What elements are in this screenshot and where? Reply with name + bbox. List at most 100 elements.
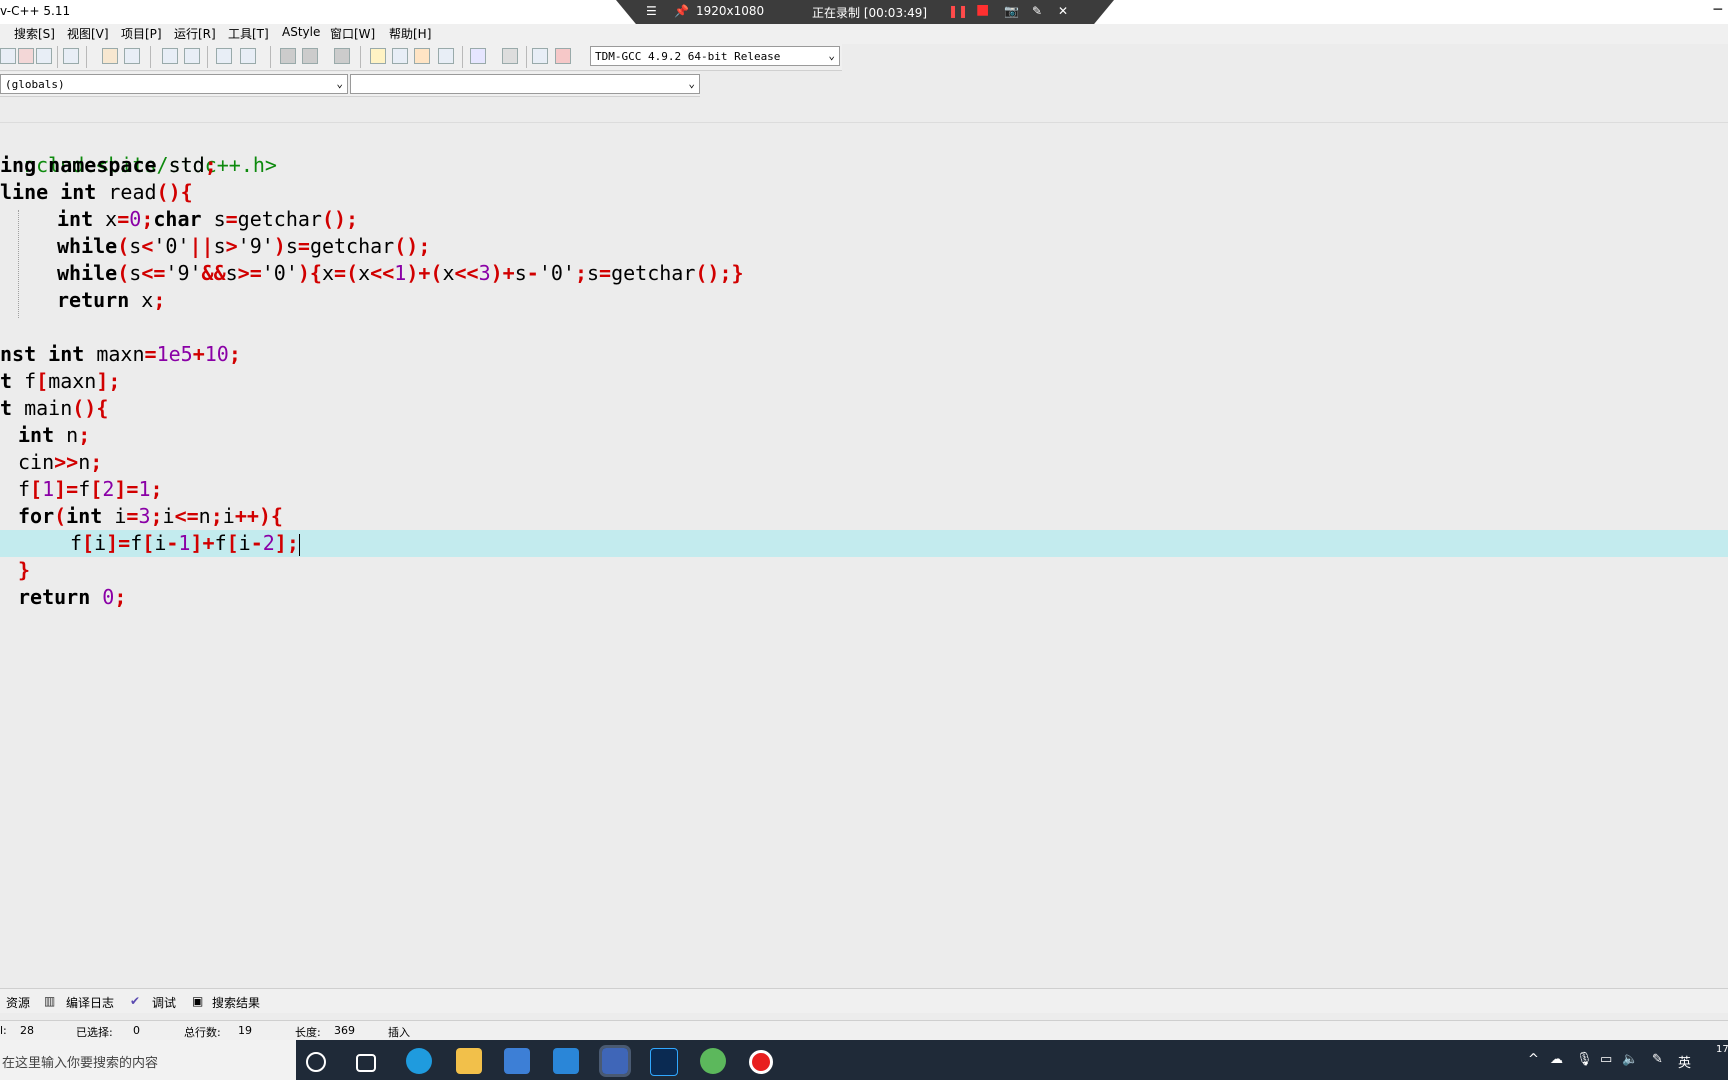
text-caret: [298, 533, 300, 556]
member-select[interactable]: ⌄: [350, 74, 700, 94]
task-view-icon[interactable]: [356, 1054, 376, 1072]
code-token: ){: [297, 261, 322, 285]
indent-icon[interactable]: [216, 48, 232, 64]
camera-icon[interactable]: 📷: [1004, 4, 1019, 18]
recording-toolbar: ☰ 📌 1920x1080 正在录制 [00:03:49] ❚❚ ■ 📷 ✎ ✕: [616, 0, 1114, 24]
code-token: ;: [150, 504, 163, 528]
undo-icon[interactable]: [102, 48, 118, 64]
code-token: '9': [237, 234, 274, 258]
tab-compile-log[interactable]: 编译日志: [66, 994, 114, 1011]
code-token: int: [66, 504, 103, 528]
code-token: i: [222, 504, 235, 528]
chevron-up-icon[interactable]: ^: [1528, 1052, 1539, 1067]
cortana-icon[interactable]: [306, 1052, 326, 1072]
code-token: s: [213, 234, 226, 258]
compiler-select[interactable]: TDM-GCC 4.9.2 64-bit Release ⌄: [590, 46, 840, 66]
code-token: <=: [174, 504, 199, 528]
new-window-icon[interactable]: [392, 48, 408, 64]
mail-icon[interactable]: [553, 1048, 579, 1074]
tab-debug[interactable]: 调试: [152, 994, 176, 1011]
taskbar-search-placeholder: 在这里输入你要搜索的内容: [2, 1056, 159, 1071]
toolbar-separator: [86, 46, 87, 68]
class-icon[interactable]: [414, 48, 430, 64]
code-token: -: [166, 531, 179, 555]
menu-tools[interactable]: 工具[T]: [228, 25, 269, 42]
store-icon[interactable]: [504, 1048, 530, 1074]
code-token: 10: [204, 342, 229, 366]
code-token: ();: [321, 207, 359, 231]
clock[interactable]: 17: [1716, 1044, 1728, 1055]
pen-icon[interactable]: ✎: [1032, 4, 1042, 18]
menu-search[interactable]: 搜索[S]: [14, 25, 55, 42]
microphone-icon[interactable]: 🎙: [1576, 1052, 1593, 1067]
menu-astyle[interactable]: AStyle: [282, 25, 320, 39]
status-bar: [0, 1020, 1728, 1041]
find-icon[interactable]: [162, 48, 178, 64]
code-line-15: for(int i=3;i<=n;i++){: [18, 503, 283, 530]
menu-help[interactable]: 帮助[H]: [389, 25, 431, 42]
replace-icon[interactable]: [184, 48, 200, 64]
file-explorer-icon[interactable]: [456, 1048, 482, 1074]
photoshop-icon[interactable]: [650, 1048, 678, 1076]
unindent-icon[interactable]: [240, 48, 256, 64]
code-token: ]=: [106, 531, 131, 555]
code-token: s: [285, 234, 298, 258]
stop-icon[interactable]: ■: [976, 2, 989, 18]
code-token: s: [129, 234, 142, 258]
network-icon[interactable]: ▭: [1600, 1052, 1612, 1067]
indent-guide: [18, 210, 20, 318]
grid-icon[interactable]: [438, 48, 454, 64]
menu-run[interactable]: 运行[R]: [174, 25, 216, 42]
check-syntax-icon[interactable]: [470, 48, 486, 64]
bookmark-next-icon[interactable]: [302, 48, 318, 64]
cloud-icon[interactable]: ☁: [1550, 1052, 1563, 1067]
stop-execution-icon[interactable]: [502, 48, 518, 64]
recorder-close-icon[interactable]: ✕: [1058, 4, 1068, 18]
input-method-indicator[interactable]: 英: [1678, 1052, 1691, 1071]
code-token: ;: [150, 477, 163, 501]
code-token: ++){: [234, 504, 283, 528]
record-icon[interactable]: [749, 1050, 773, 1074]
redo-icon[interactable]: [124, 48, 140, 64]
volume-icon[interactable]: 🔈: [1622, 1052, 1638, 1067]
pin-icon[interactable]: 📌: [674, 4, 689, 18]
green-app-icon[interactable]: [700, 1048, 726, 1074]
recorder-menu-icon[interactable]: ☰: [646, 4, 657, 18]
code-token: =: [599, 261, 612, 285]
print-icon[interactable]: [63, 48, 79, 64]
menu-project[interactable]: 项目[P]: [121, 25, 162, 42]
code-line-12: int n;: [18, 422, 90, 449]
taskbar-search[interactable]: 在这里输入你要搜索的内容: [0, 1040, 296, 1080]
delete-profile-icon[interactable]: [555, 48, 571, 64]
chevron-down-icon: ⌄: [336, 77, 343, 90]
devcpp-icon[interactable]: [599, 1045, 631, 1077]
toolbar-separator: [57, 46, 58, 68]
code-token: <<: [454, 261, 479, 285]
code-line-18: return 0;: [18, 584, 126, 611]
bookmark-prev-icon[interactable]: [280, 48, 296, 64]
code-token: =: [117, 207, 130, 231]
menu-view[interactable]: 视图[V]: [67, 25, 109, 42]
pause-icon[interactable]: ❚❚: [948, 4, 968, 18]
menu-window[interactable]: 窗口[W]: [330, 25, 375, 42]
minimize-button[interactable]: ─: [1714, 2, 1722, 18]
bookmark-icon[interactable]: [334, 48, 350, 64]
close-all-icon[interactable]: [36, 48, 52, 64]
edge-icon[interactable]: [406, 1048, 432, 1074]
chevron-down-icon: ⌄: [828, 49, 835, 62]
compiler-select-value: TDM-GCC 4.9.2 64-bit Release: [595, 50, 781, 63]
code-token: f: [18, 477, 31, 501]
code-token: 3: [478, 261, 491, 285]
pen-tray-icon[interactable]: ✎: [1652, 1052, 1663, 1067]
code-token: maxn: [84, 342, 145, 366]
check-icon: ✔: [130, 994, 141, 1008]
close-file-icon[interactable]: [18, 48, 34, 64]
code-token: for: [18, 504, 55, 528]
tab-resources[interactable]: 资源: [6, 994, 30, 1011]
profile-chart-icon[interactable]: [532, 48, 548, 64]
new-project-icon[interactable]: [370, 48, 386, 64]
class-select[interactable]: (globals) ⌄: [0, 74, 348, 94]
tab-search-results[interactable]: 搜索结果: [212, 994, 260, 1011]
code-token: f: [130, 531, 143, 555]
save-all-icon[interactable]: [0, 48, 16, 64]
